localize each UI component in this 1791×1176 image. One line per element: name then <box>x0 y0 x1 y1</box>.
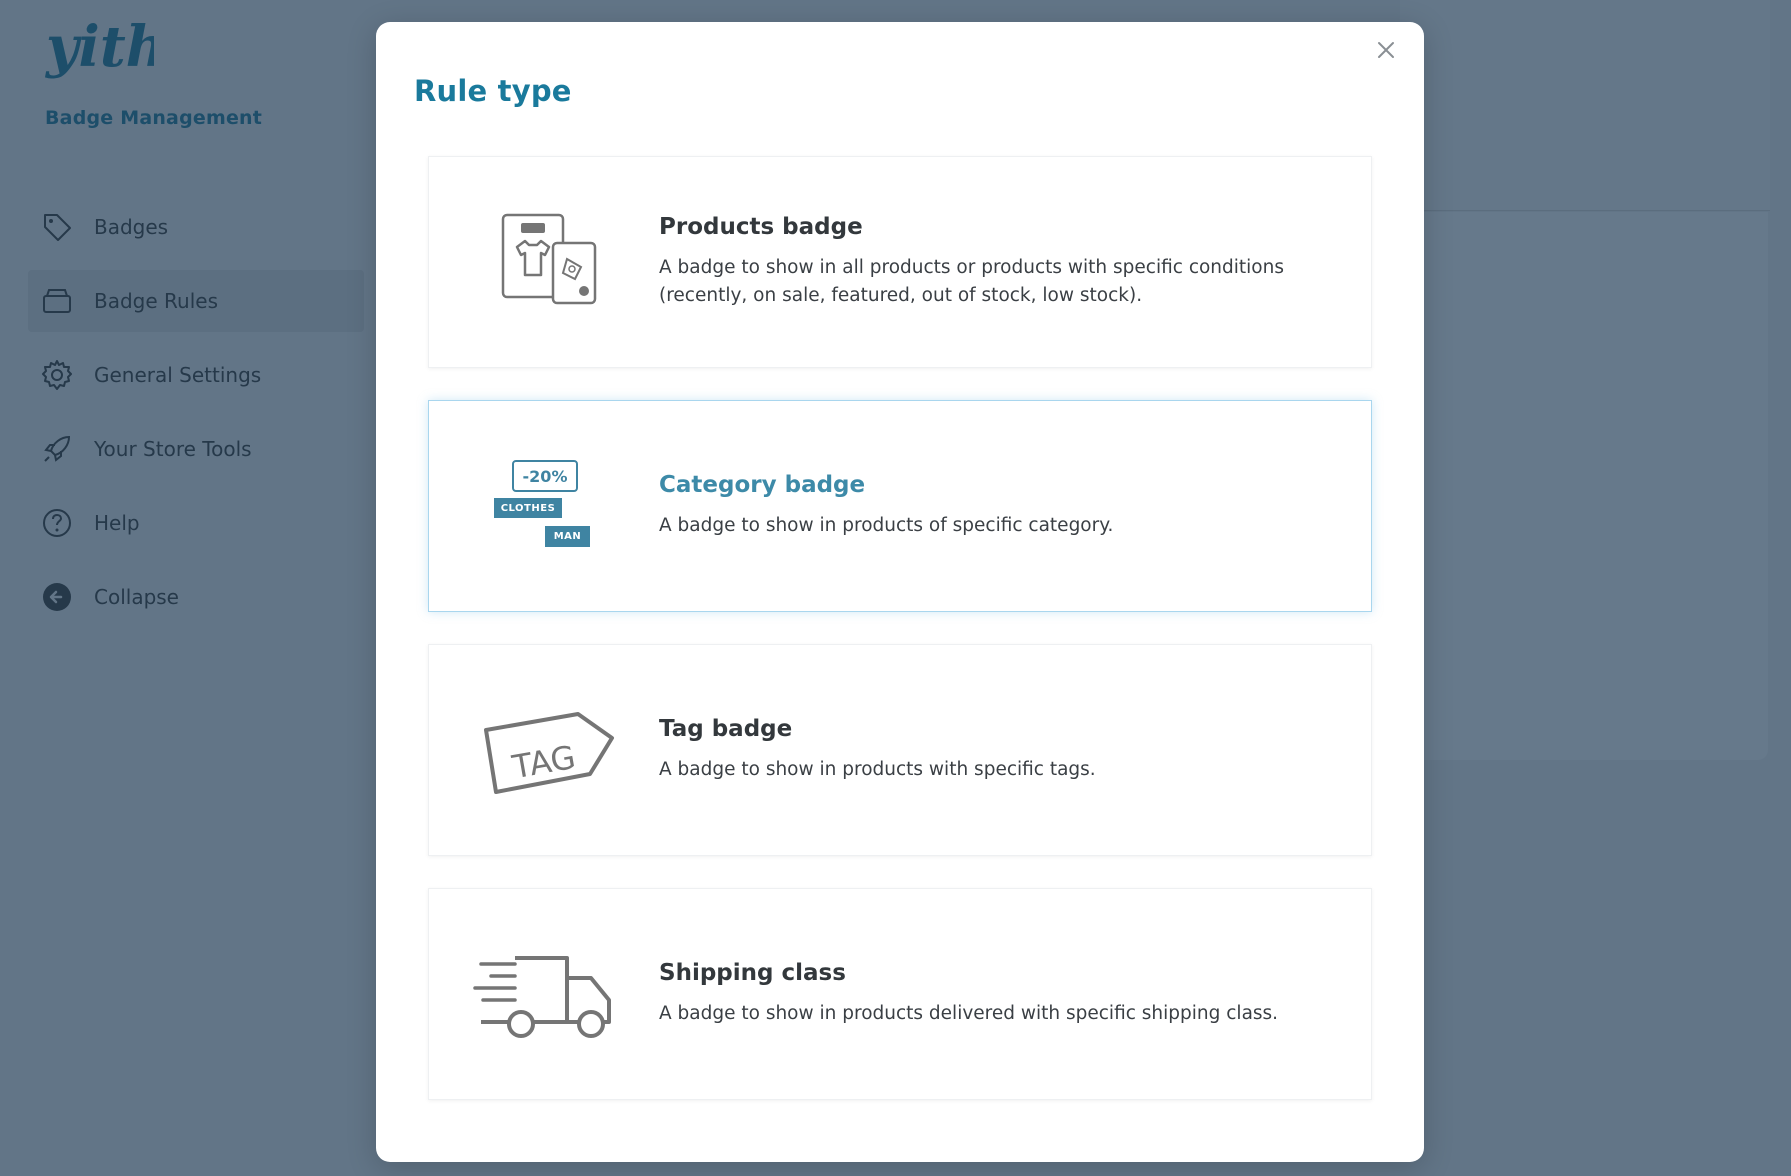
sidebar-item-label: Help <box>94 511 140 535</box>
option-content: Tag badge A badge to show in products wi… <box>659 716 1371 784</box>
option-tag-badge[interactable]: TAG Tag badge A badge to show in product… <box>428 644 1372 856</box>
option-content: Shipping class A badge to show in produc… <box>659 960 1371 1028</box>
rule-type-modal: Rule type Products badge A badge to show… <box>376 22 1424 1162</box>
man-category-tag: MAN <box>545 526 590 547</box>
help-icon <box>40 506 74 540</box>
option-category-badge[interactable]: -20% CLOTHES MAN Category badge A badge … <box>428 400 1372 612</box>
option-description: A badge to show in products of specific … <box>659 515 1114 536</box>
tag-icon <box>40 210 74 244</box>
yith-logo[interactable]: yith <box>44 14 166 96</box>
svg-text:yith: yith <box>44 16 154 80</box>
sidebar-item-general-settings[interactable]: General Settings <box>28 344 364 406</box>
option-title: Products badge <box>659 214 863 240</box>
option-title: Category badge <box>659 472 866 498</box>
modal-title: Rule type <box>414 74 572 108</box>
background-header-panel <box>1400 0 1770 211</box>
sidebar-item-label: General Settings <box>94 363 262 387</box>
sidebar-item-collapse[interactable]: Collapse <box>28 566 364 628</box>
option-description: A badge to show in all products or produ… <box>659 257 1284 306</box>
option-title: Shipping class <box>659 960 846 986</box>
close-icon <box>1378 42 1394 58</box>
option-products-badge[interactable]: Products badge A badge to show in all pr… <box>428 156 1372 368</box>
close-button[interactable] <box>1368 32 1404 68</box>
option-shipping-class[interactable]: Shipping class A badge to show in produc… <box>428 888 1372 1100</box>
box-icon <box>40 284 74 318</box>
sidebar-item-label: Badge Rules <box>94 289 218 313</box>
tag-badge-icon: TAG <box>449 675 649 825</box>
sidebar-item-badges[interactable]: Badges <box>28 196 364 258</box>
sidebar-item-badge-rules[interactable]: Badge Rules <box>28 270 364 332</box>
collapse-arrow-icon <box>40 580 74 614</box>
clothes-category-tag: CLOTHES <box>494 498 562 518</box>
sidebar-nav: Badges Badge Rules General Settings Your… <box>28 196 364 640</box>
sidebar-item-help[interactable]: Help <box>28 492 364 554</box>
rule-type-options: Products badge A badge to show in all pr… <box>428 156 1372 1132</box>
sidebar-item-label: Collapse <box>94 585 179 609</box>
rocket-icon <box>40 432 74 466</box>
sidebar: yith Badge Management Badges Badge Rules <box>0 0 370 1176</box>
products-badge-icon <box>449 187 649 337</box>
background-content-panel <box>1400 212 1768 760</box>
sidebar-item-label: Badges <box>94 215 169 239</box>
sidebar-item-your-store-tools[interactable]: Your Store Tools <box>28 418 364 480</box>
yith-logo-icon: yith <box>44 14 166 80</box>
category-badge-icon: -20% CLOTHES MAN <box>449 431 649 581</box>
option-content: Category badge A badge to show in produc… <box>659 472 1371 540</box>
truck-icon <box>449 919 649 1069</box>
sidebar-item-label: Your Store Tools <box>94 437 252 461</box>
gear-icon <box>40 358 74 392</box>
category-illustration: -20% CLOTHES MAN <box>494 456 604 556</box>
brand-title: Badge Management <box>45 107 263 129</box>
option-description: A badge to show in products with specifi… <box>659 759 1096 780</box>
discount-badge: -20% <box>512 460 578 492</box>
option-title: Tag badge <box>659 716 793 742</box>
option-description: A badge to show in products delivered wi… <box>659 1003 1279 1024</box>
option-content: Products badge A badge to show in all pr… <box>659 214 1371 310</box>
